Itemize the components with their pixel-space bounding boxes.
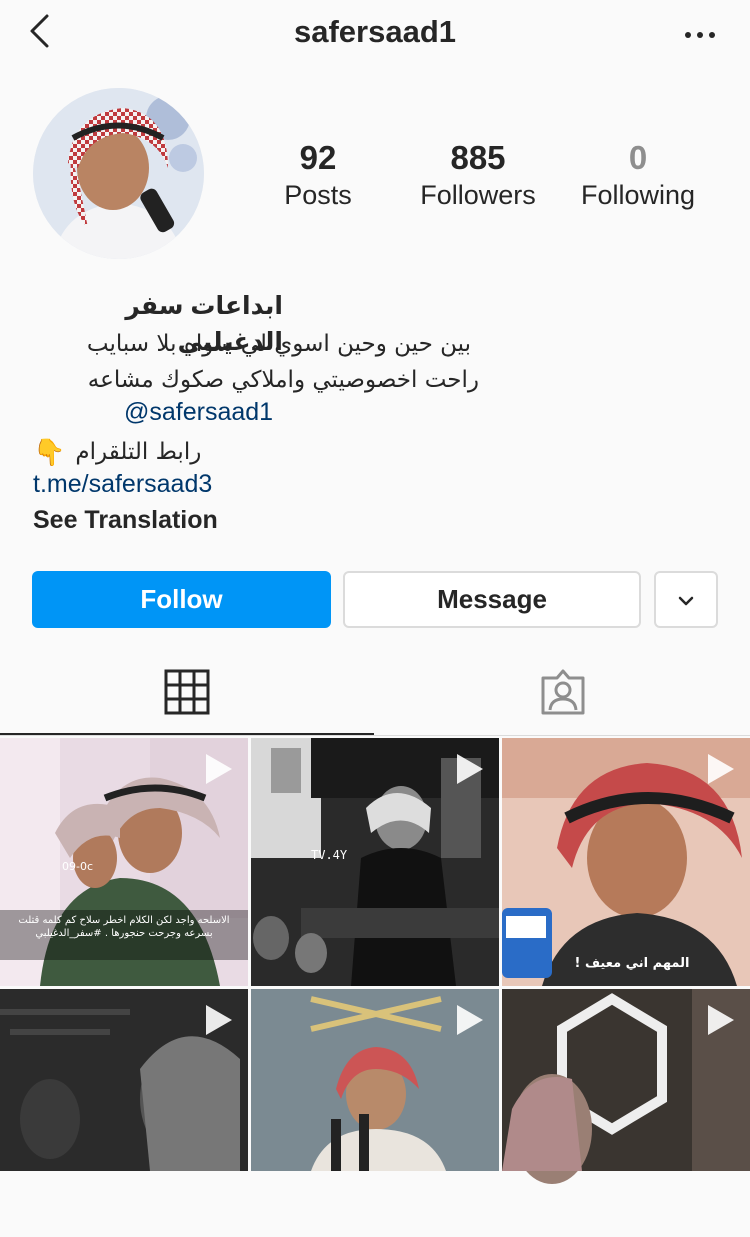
more-options-icon[interactable] — [680, 20, 720, 50]
pointing-down-icon: 👇 — [33, 436, 66, 467]
bio-website-link[interactable]: t.me/safersaad3 — [33, 470, 212, 499]
video-play-icon — [702, 1003, 736, 1037]
followers-count: 885 — [450, 139, 506, 176]
tagged-person-icon — [539, 668, 587, 721]
following-label: Following — [580, 180, 696, 210]
post-thumbnail[interactable]: 09-0c الاسلحه واجد لكن الكلام اخطر سلاح … — [0, 738, 248, 986]
bio-line-2: راحت اخصوصيتي واملاكي صكوك مشاعه — [87, 367, 479, 393]
posts-label: Posts — [284, 180, 352, 210]
video-play-icon — [451, 1003, 485, 1037]
post-thumbnail[interactable]: المهم اني معيف ! — [502, 738, 750, 986]
top-bar: safersaad1 — [0, 0, 750, 70]
bio-mention-link[interactable]: @safersaad1 — [124, 398, 273, 427]
post-badge: TV.4Y — [311, 848, 348, 862]
post-thumbnail[interactable] — [0, 989, 248, 1237]
see-translation-button[interactable]: See Translation — [33, 506, 218, 535]
followers-label: Followers — [420, 180, 536, 210]
video-play-icon — [451, 752, 485, 786]
message-button[interactable]: Message — [343, 571, 641, 628]
following-count: 0 — [628, 139, 648, 176]
post-thumbnail[interactable] — [251, 989, 499, 1237]
profile-display-name: ابداعات سفر الدغيلبي — [125, 292, 283, 356]
chevron-down-icon — [676, 584, 696, 615]
profile-username: safersaad1 — [293, 14, 456, 49]
post-caption: الاسلحه واجد لكن الكلام اخطر سلاح كم كلم… — [18, 915, 230, 939]
post-thumbnail[interactable]: TV.4Y — [251, 738, 499, 986]
telegram-row: 👇 رابط التلقرام — [33, 434, 201, 470]
telegram-label: رابط التلقرام — [75, 439, 202, 465]
video-play-icon — [200, 752, 234, 786]
stat-posts[interactable]: 92 Posts — [280, 138, 356, 212]
post-badge: 09-0c — [62, 860, 94, 873]
bio-line-1: بين حين وحين اسوي لي سواه بلا سبايب — [86, 331, 471, 357]
follow-button[interactable]: Follow — [32, 571, 331, 628]
suggested-dropdown-button[interactable] — [654, 571, 718, 628]
post-caption: المهم اني معيف ! — [574, 956, 690, 971]
tab-posts-grid[interactable] — [0, 655, 374, 735]
stat-following[interactable]: 0 Following — [574, 138, 702, 212]
video-play-icon — [702, 752, 736, 786]
tab-tagged[interactable] — [376, 655, 750, 733]
profile-tabs — [0, 655, 750, 735]
video-play-icon — [200, 1003, 234, 1037]
profile-avatar[interactable] — [33, 88, 204, 259]
tabs-divider — [0, 735, 750, 736]
post-thumbnail[interactable] — [502, 989, 750, 1237]
grid-icon — [164, 669, 210, 720]
stat-followers[interactable]: 885 Followers — [412, 138, 544, 212]
posts-count: 92 — [299, 139, 337, 176]
